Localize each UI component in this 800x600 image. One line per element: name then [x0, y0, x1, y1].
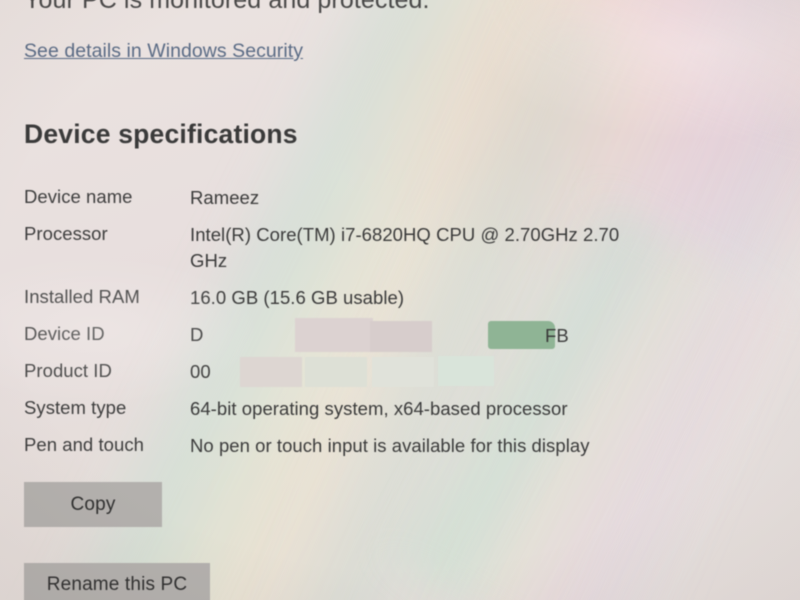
rename-this-pc-button[interactable]: Rename this PC [24, 563, 210, 600]
photographed-screen: Your PC is monitored and protected. See … [0, 0, 800, 600]
spec-row-system-type: System type 64-bit operating system, x64… [24, 396, 764, 433]
device-id-visible-suffix: FB [545, 325, 569, 346]
spec-label: Installed RAM [24, 286, 140, 307]
truncated-protection-status-text: Your PC is monitored and protected. [24, 0, 430, 14]
spec-value-system-type: 64-bit operating system, x64-based proce… [190, 398, 568, 419]
spec-row-device-id: Device ID D [24, 322, 764, 359]
spec-label: Device ID [24, 323, 105, 344]
product-id-visible-prefix: 00 [190, 361, 211, 382]
spec-label: Pen and touch [24, 434, 144, 455]
spec-value-installed-ram: 16.0 GB (15.6 GB usable) [190, 287, 405, 308]
spec-row-product-id: Product ID 00 [24, 359, 764, 396]
spec-value-device-name: Rameez [190, 187, 260, 208]
windows-security-details-link[interactable]: See details in Windows Security [24, 40, 303, 63]
spec-row-installed-ram: Installed RAM 16.0 GB (15.6 GB usable) [24, 285, 764, 322]
copy-button[interactable]: Copy [24, 482, 162, 527]
device-id-visible-prefix: D [190, 324, 204, 345]
spec-row-pen-and-touch: Pen and touch No pen or touch input is a… [24, 433, 764, 470]
spec-row-device-name: Device name Rameez [24, 185, 764, 222]
spec-label: Product ID [24, 360, 112, 381]
spec-label: System type [24, 397, 127, 418]
spec-value-processor: Intel(R) Core(TM) i7-6820HQ CPU @ 2.70GH… [190, 224, 620, 271]
spec-value-product-id: 00 [190, 359, 764, 385]
spec-label: Processor [24, 223, 108, 244]
settings-about-content: Your PC is monitored and protected. See … [0, 0, 800, 600]
spec-row-processor: Processor Intel(R) Core(TM) i7-6820HQ CP… [24, 222, 764, 285]
spec-value-device-id: D [190, 322, 764, 348]
spec-label: Device name [24, 186, 133, 207]
page-title: Device specifications [24, 119, 298, 149]
device-specifications-table: Device name Rameez Processor Intel(R) Co… [24, 185, 764, 470]
spec-value-pen-and-touch: No pen or touch input is available for t… [190, 435, 590, 456]
